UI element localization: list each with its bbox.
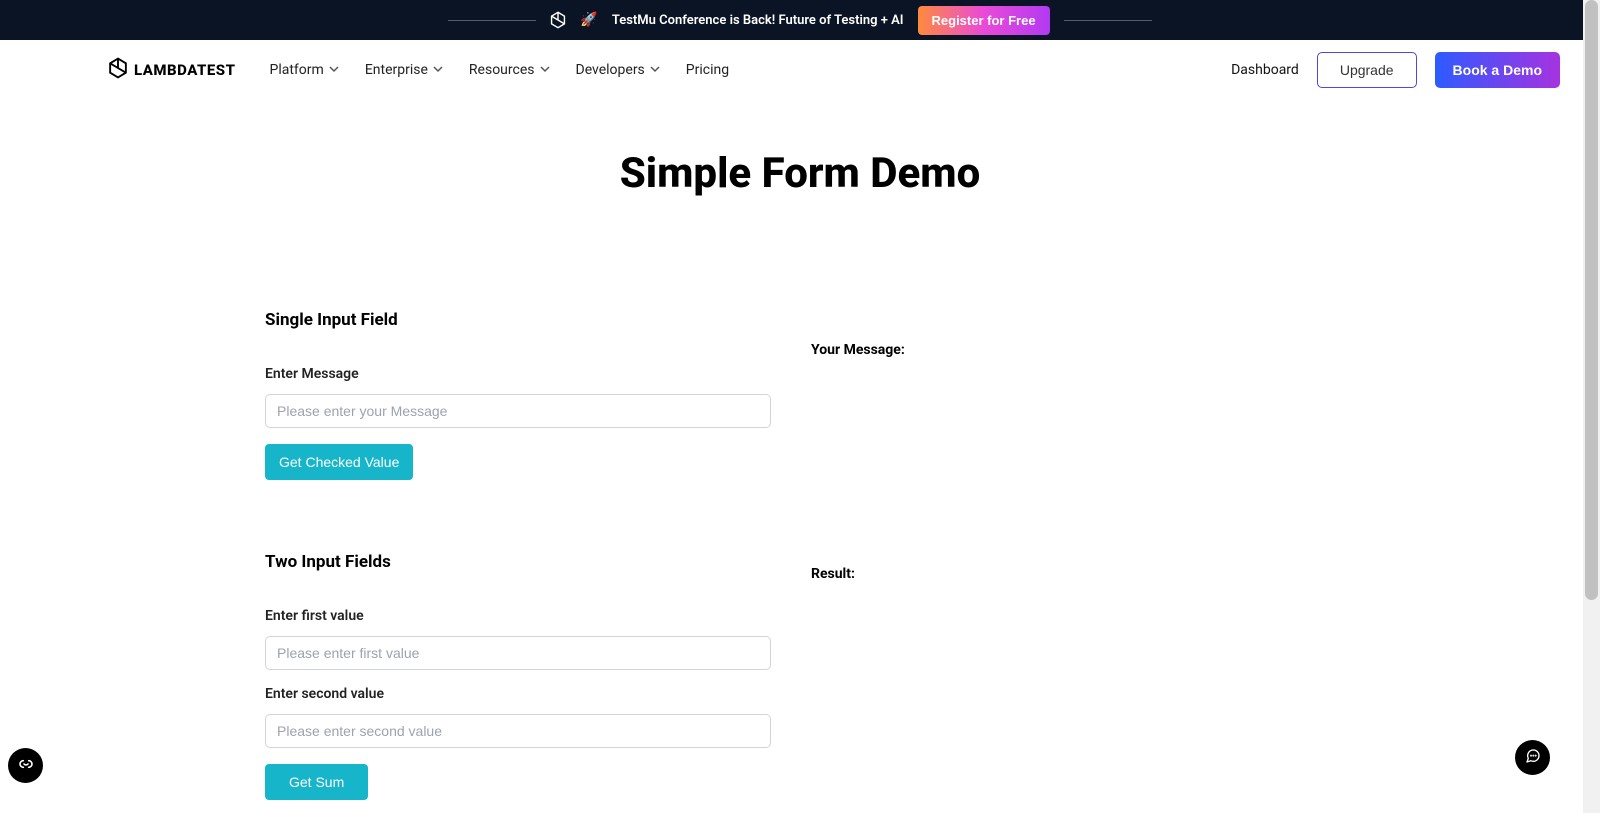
nav-item-label: Developers (576, 62, 645, 78)
widget-button-left[interactable] (8, 748, 43, 783)
nav-item-pricing[interactable]: Pricing (686, 62, 729, 78)
divider-line-right (1064, 20, 1152, 21)
brand-name: LAMBDATEST (134, 61, 236, 79)
chevron-down-icon (329, 62, 339, 78)
get-sum-button[interactable]: Get Sum (265, 764, 368, 800)
register-button[interactable]: Register for Free (918, 6, 1050, 35)
announcement-text: TestMu Conference is Back! Future of Tes… (612, 13, 904, 28)
chevron-down-icon (650, 62, 660, 78)
divider-line-left (448, 20, 536, 21)
chat-widget-button[interactable] (1515, 740, 1550, 775)
enter-message-label: Enter Message (265, 366, 771, 382)
nav-item-label: Resources (469, 62, 535, 78)
lambdatest-logo-icon (108, 57, 128, 83)
nav-item-label: Enterprise (365, 62, 428, 78)
announcement-bar: 🚀 TestMu Conference is Back! Future of T… (0, 0, 1600, 40)
your-message-label: Your Message: (811, 342, 1335, 358)
lambdatest-mark-icon (550, 11, 566, 29)
upgrade-button[interactable]: Upgrade (1317, 52, 1417, 88)
single-input-heading: Single Input Field (265, 310, 771, 330)
nav-item-label: Platform (270, 62, 324, 78)
rocket-icon: 🚀 (580, 12, 597, 28)
link-icon (18, 756, 34, 776)
first-value-input[interactable] (265, 636, 771, 670)
right-column: Your Message: Result: (811, 310, 1335, 800)
book-demo-button[interactable]: Book a Demo (1435, 52, 1560, 88)
main-header: LAMBDATEST Platform Enterprise Resources… (0, 40, 1600, 101)
brand-logo[interactable]: LAMBDATEST (108, 57, 236, 83)
second-value-label: Enter second value (265, 686, 771, 702)
get-checked-value-button[interactable]: Get Checked Value (265, 444, 413, 480)
chat-icon (1525, 748, 1541, 768)
nav-item-enterprise[interactable]: Enterprise (365, 62, 443, 78)
first-value-label: Enter first value (265, 608, 771, 624)
chevron-down-icon (433, 62, 443, 78)
content-area: Single Input Field Enter Message Get Che… (265, 310, 1335, 800)
nav-item-platform[interactable]: Platform (270, 62, 339, 78)
nav-item-developers[interactable]: Developers (576, 62, 660, 78)
page-title: Simple Form Demo (0, 149, 1600, 198)
result-label: Result: (811, 566, 1335, 582)
dashboard-link[interactable]: Dashboard (1231, 62, 1299, 78)
nav-menu: Platform Enterprise Resources Developers… (270, 62, 730, 78)
nav-item-resources[interactable]: Resources (469, 62, 550, 78)
page-scrollbar-thumb[interactable] (1585, 0, 1598, 600)
message-input[interactable] (265, 394, 771, 428)
left-column: Single Input Field Enter Message Get Che… (265, 310, 771, 800)
right-nav: Dashboard Upgrade Book a Demo (1231, 52, 1560, 88)
nav-item-label: Pricing (686, 62, 729, 78)
chevron-down-icon (540, 62, 550, 78)
second-value-input[interactable] (265, 714, 771, 748)
page-scrollbar-track[interactable] (1583, 0, 1600, 813)
two-input-heading: Two Input Fields (265, 552, 771, 572)
